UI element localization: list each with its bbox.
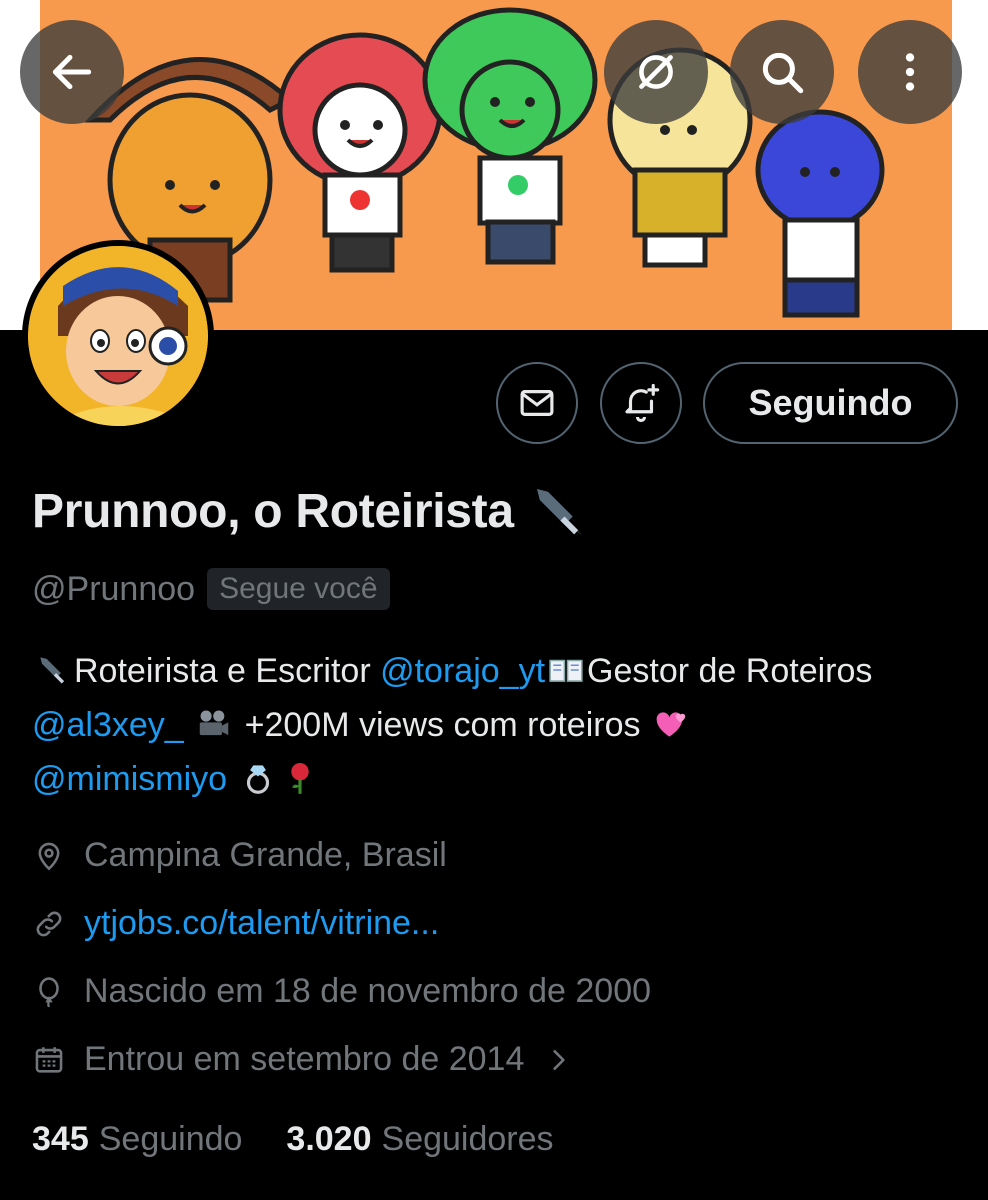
search-icon	[762, 52, 804, 94]
link-icon	[36, 911, 62, 936]
handle-row: @Prunnoo Segue você	[32, 568, 390, 610]
profile-bio: Roteirista e Escritor @torajo_yt Gestor …	[32, 644, 962, 806]
open-book-icon	[549, 659, 583, 682]
joined-text: Entrou em setembro de 2014	[84, 1040, 525, 1078]
joined-row[interactable]: Entrou em setembro de 2014	[32, 1040, 590, 1079]
back-button[interactable]	[20, 20, 124, 124]
name-row: Prunnoo, o Roteirista	[32, 478, 592, 544]
profile-avatar[interactable]	[22, 240, 214, 432]
rose-icon	[290, 762, 309, 794]
bio-text: Roteiros	[745, 652, 873, 690]
avatar-image	[28, 246, 208, 426]
follow-stats: 345 Seguindo 3.020 Seguidores	[32, 1120, 598, 1159]
follows-you-badge: Segue você	[207, 568, 390, 610]
followers-stat[interactable]: 3.020 Seguidores	[286, 1120, 553, 1159]
more-options-button[interactable]	[858, 20, 962, 124]
following-count: 345	[32, 1120, 89, 1158]
grok-icon	[639, 55, 673, 89]
grok-button[interactable]	[604, 20, 708, 124]
bio-text: Roteirista e Escritor	[74, 652, 371, 690]
bio-text: Gestor de	[587, 652, 737, 690]
search-button[interactable]	[730, 20, 834, 124]
calendar-icon	[35, 1046, 63, 1073]
message-button[interactable]	[496, 362, 578, 444]
birthday-row: Nascido em 18 de novembro de 2000	[32, 972, 651, 1011]
chevron-right-icon	[553, 1049, 566, 1070]
display-name: Prunnoo, o Roteirista	[32, 484, 514, 538]
location-text: Campina Grande, Brasil	[84, 836, 447, 874]
fountain-pen-icon	[40, 657, 65, 684]
fountain-pen-icon	[536, 489, 583, 536]
film-camera-icon	[199, 710, 229, 736]
bio-text: +200M views com roteiros	[244, 706, 641, 744]
website-link[interactable]: ytjobs.co/talent/vitrine...	[84, 904, 439, 943]
balloon-icon	[39, 976, 59, 1007]
notifications-button[interactable]	[600, 362, 682, 444]
mention-link[interactable]: @torajo_yt	[380, 652, 545, 690]
birthday-text: Nascido em 18 de novembro de 2000	[84, 972, 652, 1010]
website-row[interactable]: ytjobs.co/talent/vitrine...	[32, 904, 439, 943]
two-hearts-icon	[656, 712, 686, 737]
bell-plus-icon	[625, 383, 660, 423]
location-pin-icon	[38, 842, 60, 870]
following-stat[interactable]: 345 Seguindo	[32, 1120, 242, 1159]
ring-icon	[246, 765, 269, 794]
following-button[interactable]: Seguindo	[703, 362, 958, 444]
mention-link[interactable]: @mimismiyo	[32, 760, 227, 798]
username-handle: @Prunnoo	[32, 569, 196, 608]
following-label: Seguindo	[98, 1120, 243, 1158]
arrow-left-icon	[52, 54, 92, 90]
mail-icon	[520, 390, 554, 416]
mention-link[interactable]: @al3xey_	[32, 706, 184, 744]
more-vertical-icon	[905, 53, 915, 91]
followers-label: Seguidores	[381, 1120, 554, 1158]
location-row: Campina Grande, Brasil	[32, 836, 447, 875]
followers-count: 3.020	[286, 1120, 372, 1158]
